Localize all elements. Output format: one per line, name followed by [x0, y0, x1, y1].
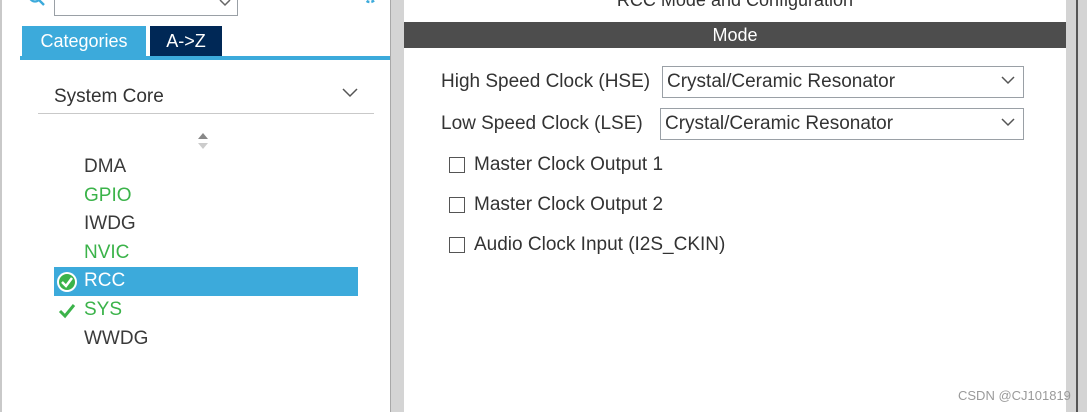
list-item-iwdg[interactable]: IWDG	[54, 210, 358, 239]
panel-title: RCC Mode and Configuration	[616, 0, 854, 10]
master-clock-output-2-checkbox[interactable]	[449, 197, 465, 213]
peripheral-list: DMA GPIO IWDG NVIC RCC SYS WWDG	[54, 153, 358, 353]
sort-icon[interactable]	[197, 132, 209, 150]
hse-select-value: Crystal/Ceramic Resonator	[667, 71, 896, 92]
mode-section-header[interactable]: Mode	[404, 22, 1066, 48]
tab-a-to-z[interactable]: A->Z	[150, 26, 222, 56]
hse-select[interactable]: Crystal/Ceramic Resonator	[662, 66, 1024, 98]
lse-select[interactable]: Crystal/Ceramic Resonator	[660, 108, 1024, 140]
list-item-label: IWDG	[84, 213, 136, 235]
lse-select-value: Crystal/Ceramic Resonator	[665, 113, 894, 134]
category-dropdown-label: System Core	[54, 86, 164, 107]
list-item-label: SYS	[84, 298, 123, 320]
watermark: CSDN @CJ101819	[958, 388, 1071, 403]
search-icon[interactable]	[28, 0, 48, 8]
list-item-sys[interactable]: SYS	[54, 296, 358, 325]
panel-splitter[interactable]	[390, 0, 404, 412]
search-combo[interactable]	[54, 0, 238, 16]
chevron-down-icon	[1001, 118, 1015, 127]
panel-splitter-line	[390, 0, 391, 412]
list-item-rcc[interactable]: RCC	[54, 267, 358, 296]
list-item-label: GPIO	[84, 184, 132, 206]
list-item-dma[interactable]: DMA	[54, 153, 358, 182]
tab-categories[interactable]: Categories	[22, 26, 146, 56]
list-item-label: NVIC	[84, 241, 130, 263]
list-item-wwdg[interactable]: WWDG	[54, 325, 358, 354]
audio-clock-input-label: Audio Clock Input (I2S_CKIN)	[474, 234, 726, 255]
list-item-nvic[interactable]: NVIC	[54, 239, 358, 268]
master-clock-output-2-label: Master Clock Output 2	[474, 194, 664, 215]
chevron-down-icon	[342, 88, 358, 98]
master-clock-output-1-checkbox[interactable]	[449, 157, 465, 173]
audio-clock-input-checkbox[interactable]	[449, 237, 465, 253]
lse-label: Low Speed Clock (LSE)	[441, 113, 643, 134]
category-dropdown[interactable]: System Core	[38, 78, 374, 114]
list-item-gpio[interactable]: GPIO	[54, 182, 358, 211]
hse-label: High Speed Clock (HSE)	[441, 71, 651, 92]
chevron-down-icon	[219, 0, 231, 7]
category-tabs: Categories A->Z	[22, 26, 222, 56]
list-item-label: RCC	[84, 270, 126, 292]
left-panel: Categories A->Z System Core DMA GPIO IWD…	[2, 0, 390, 412]
gear-icon[interactable]	[358, 0, 382, 10]
master-clock-output-1-label: Master Clock Output 1	[474, 154, 664, 175]
chevron-down-icon	[1001, 76, 1015, 85]
check-icon	[58, 304, 76, 319]
list-item-label: DMA	[84, 156, 127, 177]
right-panel: RCC Mode and Configuration Mode High Spe…	[404, 0, 1066, 412]
list-item-label: WWDG	[84, 327, 149, 349]
check-circle-icon	[57, 272, 77, 293]
right-edge-line	[1076, 0, 1078, 412]
tab-underline	[20, 56, 390, 60]
